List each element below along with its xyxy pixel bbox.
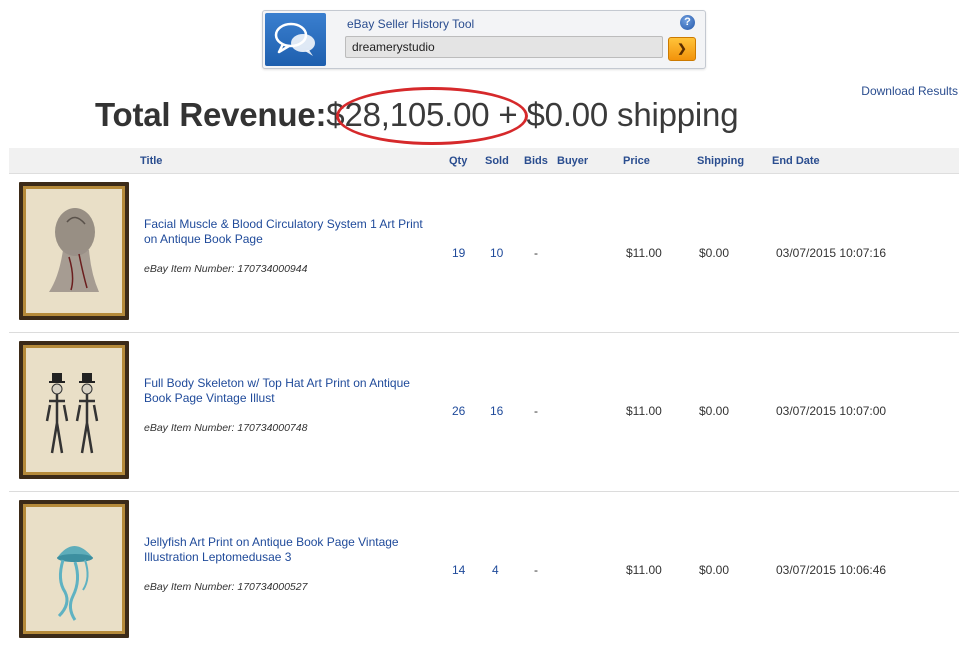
- speech-bubbles-logo: [265, 13, 326, 66]
- download-results-link[interactable]: Download Results: [861, 84, 958, 98]
- item-price: $11.00: [626, 404, 662, 418]
- red-circle-highlight: [336, 87, 528, 145]
- jellyfish-illustration-icon: [57, 546, 93, 621]
- table-row: Jellyfish Art Print on Antique Book Page…: [9, 492, 959, 650]
- table-row: Facial Muscle & Blood Circulatory System…: [9, 174, 959, 333]
- seller-history-widget: eBay Seller History Tool ? ❯: [262, 10, 706, 69]
- item-end-date: 03/07/2015 10:07:16: [776, 246, 887, 260]
- item-bids: -: [534, 563, 538, 577]
- item-thumbnail-skeletons[interactable]: [19, 341, 129, 479]
- item-end-date: 03/07/2015 10:07:00: [776, 404, 887, 418]
- item-title-link[interactable]: Full Body Skeleton w/ Top Hat Art Print …: [144, 376, 439, 406]
- item-price: $11.00: [626, 563, 662, 577]
- table-row: Full Body Skeleton w/ Top Hat Art Print …: [9, 333, 959, 492]
- item-thumbnail-jellyfish[interactable]: [19, 500, 129, 638]
- item-shipping: $0.00: [699, 404, 730, 418]
- item-title-link[interactable]: Jellyfish Art Print on Antique Book Page…: [144, 535, 439, 565]
- speech-bubbles-icon: [274, 22, 315, 56]
- item-number: eBay Item Number: 170734000748: [144, 422, 308, 434]
- column-sold[interactable]: Sold: [485, 155, 509, 167]
- item-qty[interactable]: 14: [452, 563, 465, 577]
- item-thumbnail-anatomy[interactable]: [19, 182, 129, 320]
- results-table-header: Title Qty Sold Bids Buyer Price Shipping…: [9, 148, 959, 174]
- tool-title: eBay Seller History Tool: [347, 17, 475, 31]
- item-number: eBay Item Number: 170734000527: [144, 581, 308, 593]
- item-title-link[interactable]: Facial Muscle & Blood Circulatory System…: [144, 217, 439, 247]
- item-bids: -: [534, 404, 538, 418]
- item-sold[interactable]: 10: [490, 246, 503, 260]
- item-sold[interactable]: 4: [492, 563, 499, 577]
- anatomy-head-illustration-icon: [49, 208, 99, 292]
- column-qty[interactable]: Qty: [449, 155, 467, 167]
- item-sold[interactable]: 16: [490, 404, 503, 418]
- item-end-date: 03/07/2015 10:06:46: [776, 563, 887, 577]
- go-button[interactable]: ❯: [668, 37, 696, 61]
- item-shipping: $0.00: [699, 563, 730, 577]
- column-bids[interactable]: Bids: [524, 155, 548, 167]
- item-number: eBay Item Number: 170734000944: [144, 263, 308, 275]
- item-price: $11.00: [626, 246, 662, 260]
- item-qty[interactable]: 26: [452, 404, 465, 418]
- column-title[interactable]: Title: [140, 155, 162, 167]
- skeleton-illustration-icon: [45, 373, 99, 454]
- seller-search-input[interactable]: [345, 36, 663, 58]
- item-bids: -: [534, 246, 538, 260]
- column-buyer[interactable]: Buyer: [557, 155, 588, 167]
- item-qty[interactable]: 19: [452, 246, 465, 260]
- column-end-date[interactable]: End Date: [772, 155, 820, 167]
- total-revenue-label: Total Revenue:: [95, 96, 327, 133]
- help-icon[interactable]: ?: [680, 15, 695, 30]
- column-shipping[interactable]: Shipping: [697, 155, 744, 167]
- item-shipping: $0.00: [699, 246, 730, 260]
- column-price[interactable]: Price: [623, 155, 650, 167]
